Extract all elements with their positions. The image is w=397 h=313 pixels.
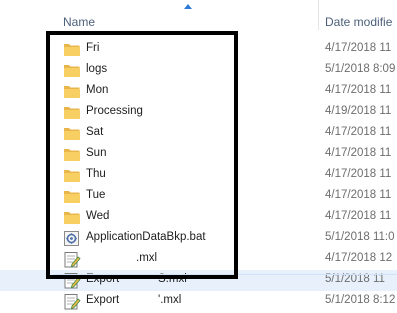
file-date-modified: 4/17/2018 11 (325, 42, 392, 54)
file-date-modified: 4/17/2018 11 (325, 84, 392, 96)
folder-icon (63, 146, 81, 163)
list-item-folder-mon[interactable]: Mon 4/17/2018 11 (0, 81, 397, 102)
file-name: Fri (86, 42, 100, 54)
file-date-modified: 5/1/2018 11:0 (325, 231, 395, 243)
file-date-modified: 5/1/2018 8:09 (325, 63, 396, 75)
file-name: Sun (86, 147, 107, 159)
list-item-folder-fri[interactable]: Fri 4/17/2018 11 (0, 39, 397, 60)
folder-icon (63, 62, 81, 79)
folder-icon (63, 188, 81, 205)
folder-icon (63, 104, 81, 121)
file-name: Export (86, 294, 120, 306)
folder-icon (63, 83, 81, 100)
file-date-modified: 4/17/2018 12 (325, 252, 393, 264)
folder-icon (63, 209, 81, 226)
column-header-name[interactable]: Name (53, 4, 315, 30)
file-name: ApplicationDataBkp.bat (86, 231, 206, 243)
list-item-folder-wed[interactable]: Wed 4/17/2018 11 (0, 207, 397, 228)
file-name-suffix: .mxl (136, 252, 158, 264)
file-name: Wed (86, 210, 110, 222)
row-separator (53, 274, 397, 275)
file-name: Tue (86, 189, 106, 201)
column-header-name-label: Name (63, 15, 96, 29)
file-name: Sat (86, 126, 104, 138)
file-explorer-list: Name Date modifie Fri 4/17/2018 11 logs … (0, 0, 397, 313)
file-date-modified: 4/19/2018 11 (325, 105, 392, 117)
mxl-file-icon (63, 251, 81, 268)
list-item-file-bat[interactable]: ApplicationDataBkp.bat 5/1/2018 11:0 (0, 228, 397, 249)
list-item-file-export[interactable]: Export '.mxl 5/1/2018 8:12 (0, 291, 397, 312)
list-item-folder-sat[interactable]: Sat 4/17/2018 11 (0, 123, 397, 144)
column-header-bar: Name Date modifie (0, 0, 397, 30)
file-date-modified: 4/17/2018 11 (325, 189, 392, 201)
folder-icon (63, 125, 81, 142)
file-date-modified: 4/17/2018 11 (325, 210, 392, 222)
folder-icon (63, 167, 81, 184)
file-date-modified: 5/1/2018 8:12 (325, 294, 396, 306)
list-item-folder-thu[interactable]: Thu 4/17/2018 11 (0, 165, 397, 186)
file-name: Thu (86, 168, 106, 180)
file-date-modified: 4/17/2018 11 (325, 147, 392, 159)
mxl-file-icon (63, 293, 81, 310)
file-name: logs (86, 63, 108, 75)
list-item-folder-logs[interactable]: logs 5/1/2018 8:09 (0, 60, 397, 81)
sort-ascending-icon (184, 4, 192, 9)
file-name-suffix: '.mxl (158, 294, 182, 306)
file-list: Fri 4/17/2018 11 logs 5/1/2018 8:09 Mon … (0, 39, 397, 312)
list-item-folder-sun[interactable]: Sun 4/17/2018 11 (0, 144, 397, 165)
list-item-file-mxl[interactable]: .mxl 4/17/2018 12 (0, 249, 397, 270)
file-date-modified: 4/17/2018 11 (325, 126, 392, 138)
file-name: Processing (86, 105, 143, 117)
file-name: Mon (86, 84, 109, 96)
file-date-modified: 4/17/2018 11 (325, 168, 392, 180)
column-header-date-label: Date modifie (325, 15, 393, 29)
list-item-folder-tue[interactable]: Tue 4/17/2018 11 (0, 186, 397, 207)
column-header-date-modified[interactable]: Date modifie (319, 4, 397, 30)
list-item-folder-processing[interactable]: Processing 4/19/2018 11 (0, 102, 397, 123)
batch-file-icon (63, 230, 81, 247)
folder-icon (63, 41, 81, 58)
